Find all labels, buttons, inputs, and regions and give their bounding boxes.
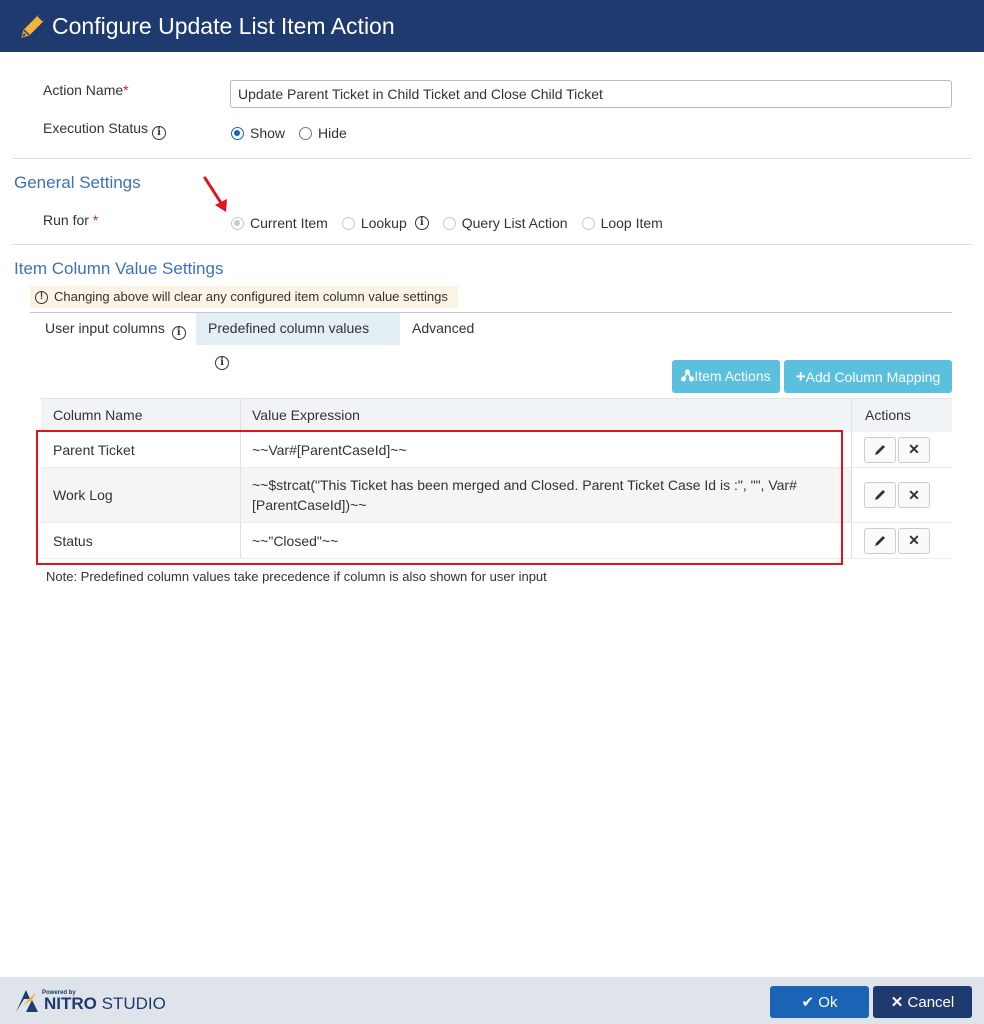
delete-icon: ✕ [908,441,920,457]
radio-lookup-circle [341,216,355,230]
radio-query-list-action-circle [442,216,456,230]
radio-show-circle[interactable] [231,126,244,140]
edit-icon [875,444,885,455]
required-mark: * [92,212,99,228]
tab-predefined-column-values-label: Predefined column values [208,320,370,336]
red-highlight-box [36,430,843,565]
radio-show[interactable]: Show [231,125,285,141]
radio-current-item-circle [231,216,244,230]
radio-loop-item-label: Loop Item [600,215,663,231]
delete-icon: ✕ [908,486,920,503]
table-header: Column Name Value Expression Actions [41,398,952,432]
run-for-label: Run for * [43,212,98,228]
divider [13,244,971,245]
add-column-mapping-button[interactable]: +Add Column Mapping [784,360,952,393]
run-for-label-text: Run for [43,212,89,228]
warning-banner: ! Changing above will clear any configur… [30,286,458,308]
warning-text: Changing above will clear any configured… [54,289,448,304]
info-icon[interactable]: i [215,356,229,370]
radio-hide-label: Hide [318,125,347,141]
tab-predefined-column-values[interactable]: Predefined column values i [196,313,400,370]
add-column-mapping-label: Add Column Mapping [805,369,941,385]
note-text: Note: Predefined column values take prec… [46,569,547,584]
execution-status-radio-group: Show Hide [231,125,361,141]
tab-user-input-columns-label: User input columns [45,320,165,336]
radio-show-label: Show [250,125,286,141]
delete-button[interactable]: ✕ [898,482,930,508]
pencil-icon [18,11,48,41]
item-column-value-settings-title: Item Column Value Settings [14,259,224,278]
check-icon: ✔ [801,994,815,1011]
edit-button[interactable] [864,436,896,463]
required-mark: * [123,82,129,98]
delete-button[interactable]: ✕ [898,527,930,554]
header-column-name: Column Name [53,407,143,423]
item-actions-button[interactable]: Item Actions [672,360,780,393]
dialog-header: Configure Update List Item Action [0,0,984,52]
dialog-title: Configure Update List Item Action [52,12,395,39]
action-name-label-text: Action Name [43,82,124,98]
brand-powered-text: Powered by [42,990,76,996]
tab-user-input-columns[interactable]: User input columns i [33,313,198,345]
cancel-label: Cancel [907,994,955,1011]
nitro-logo [16,990,38,1012]
sitemap-icon [681,369,695,382]
header-value-expression: Value Expression [240,399,851,432]
edit-icon [875,535,885,546]
item-actions-label: Item Actions [694,368,771,384]
info-icon[interactable]: i [152,126,167,140]
info-icon[interactable]: i [414,216,429,230]
radio-query-list-action-label: Query List Action [461,215,568,231]
run-for-radio-group: Current Item Lookup i Query List Action L… [231,215,677,231]
radio-loop-item-circle [581,216,595,230]
ok-button[interactable]: ✔ Ok [770,986,869,1018]
info-icon[interactable]: i [171,326,186,340]
row-actions: ✕ [851,523,952,558]
general-settings-title: General Settings [14,173,141,192]
radio-query-list-action: Query List Action [442,215,568,231]
execution-status-label-text: Execution Status [43,120,149,136]
brand-name-studio: STUDIO [96,994,166,1013]
tab-advanced[interactable]: Advanced [400,313,486,345]
plus-icon: + [795,367,806,386]
cancel-button[interactable]: ✕ Cancel [873,986,972,1018]
row-actions: ✕ [851,432,952,467]
edit-icon [875,490,885,500]
row-actions: ✕ [851,468,952,522]
ok-label: Ok [818,994,838,1011]
divider [13,158,971,159]
execution-status-label: Execution Status i [43,120,167,140]
action-name-input[interactable]: Update Parent Ticket in Child Ticket and… [230,80,952,108]
radio-loop-item: Loop Item [581,215,663,231]
delete-icon: ✕ [908,532,920,548]
brand-name-nitro: NITRO [44,994,97,1013]
header-actions: Actions [851,399,952,432]
radio-lookup-label: Lookup [360,215,407,231]
edit-button[interactable] [864,527,896,554]
red-arrow-annotation [203,176,227,212]
delete-button[interactable]: ✕ [898,436,930,463]
close-icon: ✕ [890,994,904,1011]
nitro-studio-brand: Powered by NITRO STUDIO [14,984,166,1014]
radio-hide[interactable]: Hide [299,125,347,141]
brand-name: NITRO STUDIO [44,994,166,1014]
radio-current-item-label: Current Item [250,215,328,231]
radio-hide-circle[interactable] [299,126,313,140]
radio-current-item: Current Item [231,215,328,231]
warning-icon: ! [35,290,48,304]
edit-button[interactable] [864,482,896,508]
action-name-label: Action Name* [43,82,129,98]
radio-lookup: Lookup i [341,215,429,231]
